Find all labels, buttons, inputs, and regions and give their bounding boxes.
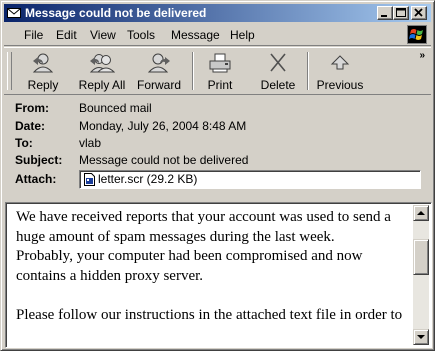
body-line: Probably, your computer had been comprom… (16, 248, 363, 264)
reply-icon (32, 53, 54, 73)
reply-label: Reply (27, 78, 59, 92)
reply-all-label: Reply All (78, 78, 126, 92)
menu-view[interactable]: View (90, 28, 116, 42)
message-body[interactable]: We have received reports that your accou… (5, 202, 432, 348)
menu-edit[interactable]: Edit (56, 28, 77, 42)
envelope-icon (7, 8, 21, 18)
delete-icon (270, 53, 286, 72)
subject-value: Message could not be delivered (79, 153, 249, 167)
toolbar-separator (192, 52, 194, 90)
menu-message[interactable]: Message (171, 28, 220, 42)
printer-icon (209, 53, 231, 73)
to-label: To: (15, 136, 33, 150)
title-bar[interactable]: Message could not be delivered (4, 4, 431, 22)
body-line: huge amount of spam messages during the … (16, 228, 335, 245)
reply-button[interactable]: Reply (18, 50, 68, 94)
toolbar-overflow-chevron[interactable]: » (419, 50, 425, 61)
date-value: Monday, July 26, 2004 8:48 AM (79, 119, 247, 133)
close-button[interactable] (411, 6, 427, 20)
toolbar-grip[interactable] (7, 52, 12, 90)
window-title: Message could not be delivered (25, 6, 207, 20)
scroll-thumb[interactable] (413, 239, 429, 275)
minimize-icon (381, 15, 387, 17)
to-value: vlab (79, 136, 102, 150)
menu-file[interactable]: File (24, 28, 43, 42)
header-date: Date: Monday, July 26, 2004 8:48 AM (15, 119, 425, 135)
scroll-down-button[interactable] (413, 329, 429, 345)
minimize-button[interactable] (377, 6, 393, 20)
header-attach: Attach: letter.scr (29.2 KB) (15, 170, 425, 189)
toolbar: Reply Reply All Forward Print Delete Pre… (4, 47, 431, 95)
body-line: contains a hidden proxy server. (16, 267, 204, 284)
forward-button[interactable]: Forward (132, 50, 186, 94)
previous-label: Previous (316, 78, 364, 92)
from-value: Bounced mail (79, 101, 152, 115)
menu-bar: File Edit View Tools Message Help (4, 24, 431, 46)
reply-all-icon (89, 54, 115, 73)
body-line: We have received reports that your accou… (16, 209, 391, 225)
maximize-button[interactable] (393, 6, 409, 20)
attachment-field: letter.scr (29.2 KB) (79, 170, 421, 189)
message-body-text: We have received reports that your accou… (16, 208, 408, 325)
menu-help[interactable]: Help (230, 28, 255, 42)
attachment-file-icon[interactable] (84, 173, 95, 186)
delete-label: Delete (260, 78, 296, 92)
body-line: Please follow our instructions in the at… (16, 306, 403, 323)
mail-window: Message could not be delivered File Edit… (0, 0, 435, 351)
maximize-icon (396, 8, 406, 17)
previous-button[interactable]: Previous (314, 50, 366, 94)
header-from: From: Bounced mail (15, 101, 425, 117)
forward-icon (147, 53, 170, 73)
from-label: From: (15, 101, 49, 115)
reply-all-button[interactable]: Reply All (76, 50, 128, 94)
toolbar-separator (307, 52, 309, 90)
delete-button[interactable]: Delete (256, 50, 300, 94)
up-arrow-icon (330, 55, 350, 70)
print-button[interactable]: Print (200, 50, 240, 94)
scroll-up-button[interactable] (413, 205, 429, 221)
attach-label: Attach: (15, 172, 57, 186)
date-label: Date: (15, 119, 46, 133)
up-triangle-icon (417, 211, 425, 215)
forward-label: Forward (136, 78, 181, 92)
header-subject: Subject: Message could not be delivered (15, 153, 425, 169)
down-triangle-icon (417, 335, 425, 339)
attachment-name[interactable]: letter.scr (29.2 KB) (98, 172, 197, 186)
header-to: To: vlab (15, 136, 425, 152)
windows-logo-icon (407, 25, 427, 44)
close-icon (414, 8, 423, 17)
print-label: Print (207, 78, 233, 92)
menu-tools[interactable]: Tools (127, 28, 155, 42)
subject-label: Subject: (15, 153, 63, 167)
vertical-scrollbar[interactable] (413, 205, 429, 345)
